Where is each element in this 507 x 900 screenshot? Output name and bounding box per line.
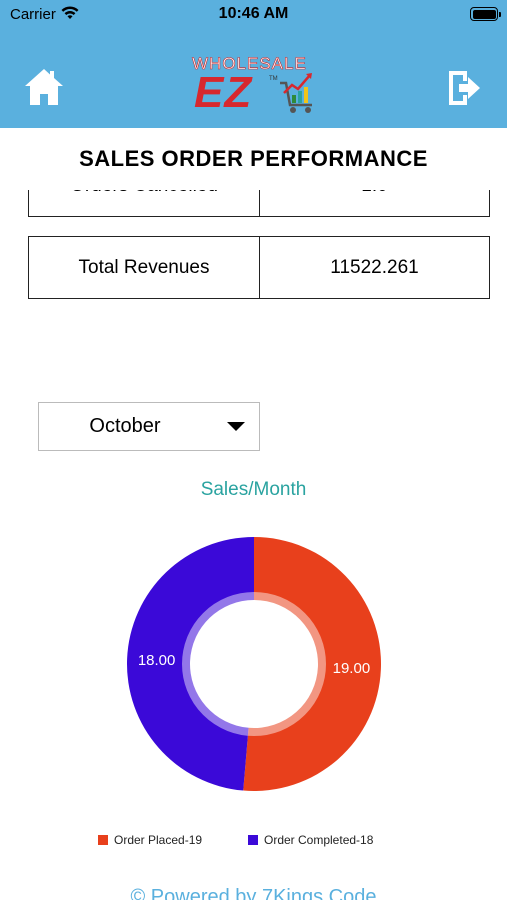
- legend-label: Order Placed-19: [114, 833, 203, 847]
- stats-table: Orders Cancelled 1.0: [28, 190, 490, 228]
- chart-legend: Order Placed-19 Order Completed-18: [0, 833, 507, 851]
- sales-donut-chart: 19.00 18.00: [126, 537, 381, 791]
- legend-item-order-placed: Order Placed-19: [98, 833, 202, 847]
- donut-value-label: 18.00: [138, 652, 176, 669]
- stats-row-label: Orders Cancelled: [29, 190, 259, 216]
- legend-swatch: [98, 835, 108, 845]
- logo-main-text: EZ: [194, 68, 253, 117]
- month-dropdown-value: October: [89, 415, 161, 437]
- stats-row-value: 1.0: [259, 190, 489, 216]
- month-dropdown[interactable]: October: [38, 402, 260, 451]
- stats-row-total-revenues: Total Revenues 11522.261: [28, 236, 490, 299]
- app-logo: WHOLESALE EZ TM: [190, 52, 320, 118]
- status-bar: Carrier 10:46 AM: [0, 0, 507, 30]
- donut-value-label: 19.00: [333, 660, 371, 677]
- logout-icon[interactable]: [446, 68, 482, 108]
- home-icon[interactable]: [23, 67, 65, 107]
- powered-by-link[interactable]: © Powered by 7Kings Code: [0, 886, 507, 900]
- legend-item-order-completed: Order Completed-18: [248, 833, 373, 847]
- legend-label: Order Completed-18: [264, 833, 374, 847]
- app-header: Carrier 10:46 AM WHOLESALE EZ TM: [0, 0, 507, 128]
- page-title: SALES ORDER PERFORMANCE: [79, 146, 428, 171]
- stats-row-label: Total Revenues: [78, 256, 210, 278]
- caret-down-icon: [227, 422, 245, 431]
- stats-row-orders-cancelled: Orders Cancelled 1.0: [28, 190, 490, 217]
- battery-icon: [470, 7, 501, 21]
- donut-hole: [194, 604, 314, 724]
- cart-growth-icon: [280, 73, 312, 113]
- stats-row-value: 11522.261: [259, 237, 489, 298]
- legend-swatch: [248, 835, 258, 845]
- chart-title: Sales/Month: [200, 479, 307, 500]
- status-time: 10:46 AM: [218, 5, 289, 22]
